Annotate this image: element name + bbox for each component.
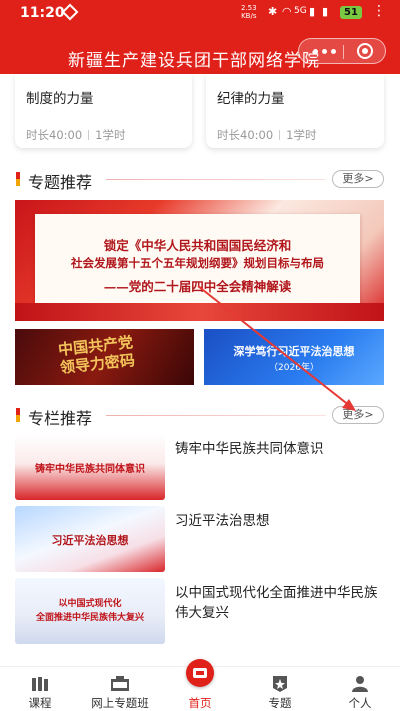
thumbnail-title: 深学笃行习近平法治思想 — [233, 345, 355, 358]
section-title: 专栏推荐 — [28, 409, 93, 428]
status-more-icon: ⋮ — [372, 3, 386, 19]
section-title: 专题推荐 — [28, 173, 93, 192]
badge-icon — [273, 676, 287, 692]
section-marker — [16, 408, 20, 422]
column-title: 习近平法治思想 — [175, 513, 270, 529]
banner-ribbon — [15, 303, 384, 321]
banner-line: 锁定《中华人民共和国国民经济和 — [103, 238, 292, 253]
nav-label: 网上专题班 — [91, 696, 149, 710]
columns-more-button[interactable]: 更多> — [332, 406, 384, 424]
signal-icon: ▮ — [309, 5, 316, 18]
course-meta: 时长40:00 1学时 — [217, 127, 316, 143]
list-item[interactable]: 以中国式现代化 全面推进中华民族伟大复兴 以中国式现代化全面推进中华民族伟大复兴 — [15, 578, 385, 644]
course-title: 制度的力量 — [26, 91, 94, 107]
column-thumbnail: 以中国式现代化 全面推进中华民族伟大复兴 — [15, 578, 165, 644]
wifi-icon: ◠ — [282, 5, 292, 18]
course-card[interactable]: 制度的力量 时长40:00 1学时 — [15, 74, 192, 148]
network-speed: 2.53 KB/s — [241, 4, 257, 20]
nav-tab-online-class[interactable]: 网上专题班 — [80, 667, 160, 711]
bluetooth-icon: ✱ — [268, 5, 278, 18]
close-miniapp-icon[interactable] — [357, 43, 373, 59]
page-title: 新疆生产建设兵团干部网络学院 — [68, 51, 320, 71]
nav-tab-profile[interactable]: 个人 — [320, 667, 400, 711]
section-divider — [106, 415, 326, 416]
topic-thumbnail-law[interactable]: 深学笃行习近平法治思想 （2026年） — [204, 329, 384, 385]
nav-label: 个人 — [348, 696, 372, 710]
nav-label: 课程 — [28, 696, 52, 710]
books-icon — [32, 677, 48, 691]
list-item[interactable]: 铸牢中华民族共同体意识 铸牢中华民族共同体意识 — [15, 434, 385, 500]
topic-thumbnail-leadership[interactable]: 中国共产党 领导力密码 — [15, 329, 194, 385]
column-thumbnail: 习近平法治思想 — [15, 506, 165, 572]
status-time: 11:20 — [20, 5, 65, 21]
columns-section-header: 专栏推荐 更多> — [0, 404, 400, 428]
course-hours: 1学时 — [286, 128, 317, 142]
signal-icon-2: ▮ — [322, 5, 329, 18]
banner-line: ——党的二十届四中全会精神解读 — [103, 279, 292, 294]
course-card[interactable]: 纪律的力量 时长40:00 1学时 — [206, 74, 384, 148]
miniapp-capsule[interactable] — [298, 38, 386, 64]
banner-paper: 锁定《中华人民共和国国民经济和 社会发展第十五个五年规划纲要》规划目标与布局 —… — [35, 214, 360, 304]
list-item[interactable]: 习近平法治思想 习近平法治思想 — [15, 506, 385, 572]
nav-tab-home[interactable]: 首页 — [160, 659, 240, 711]
person-icon — [352, 676, 368, 692]
network-type: 5G — [294, 6, 307, 16]
column-thumbnail: 铸牢中华民族共同体意识 — [15, 434, 165, 500]
home-icon — [186, 659, 214, 687]
bottom-navigation: 课程 网上专题班 首页 专题 个人 — [0, 659, 400, 711]
nav-tab-topics[interactable]: 专题 — [240, 667, 320, 711]
section-marker — [16, 172, 20, 186]
topics-section-header: 专题推荐 更多> — [0, 168, 400, 192]
thumbnail-subtitle: （2026年） — [269, 363, 319, 373]
column-title: 以中国式现代化全面推进中华民族伟大复兴 — [175, 585, 378, 621]
nav-tab-courses[interactable]: 课程 — [0, 667, 80, 711]
course-hours: 1学时 — [95, 128, 126, 142]
topics-more-button[interactable]: 更多> — [332, 170, 384, 188]
thumbnail-title: 中国共产党 领导力密码 — [57, 333, 136, 377]
nav-label: 专题 — [268, 696, 292, 710]
status-bar: 11:20 2.53 KB/s ✱ ◠ 5G ▮ ▮ 51 ⋮ — [0, 0, 400, 26]
app-header: 11:20 2.53 KB/s ✱ ◠ 5G ▮ ▮ 51 ⋮ 新疆生产建设兵团… — [0, 0, 400, 74]
capsule-divider — [343, 45, 344, 59]
course-title: 纪律的力量 — [217, 91, 285, 107]
section-divider — [106, 179, 326, 180]
course-duration: 时长40:00 — [217, 128, 274, 142]
course-duration: 时长40:00 — [26, 128, 83, 142]
topic-banner[interactable]: 锁定《中华人民共和国国民经济和 社会发展第十五个五年规划纲要》规划目标与布局 —… — [15, 200, 384, 321]
banner-line: 社会发展第十五个五年规划纲要》规划目标与布局 — [71, 256, 324, 270]
more-menu-icon[interactable] — [313, 44, 337, 58]
course-meta: 时长40:00 1学时 — [26, 127, 125, 143]
column-title: 铸牢中华民族共同体意识 — [175, 441, 324, 457]
classroom-icon — [111, 676, 129, 691]
nav-label: 首页 — [188, 696, 212, 710]
battery-indicator: 51 — [340, 6, 362, 19]
